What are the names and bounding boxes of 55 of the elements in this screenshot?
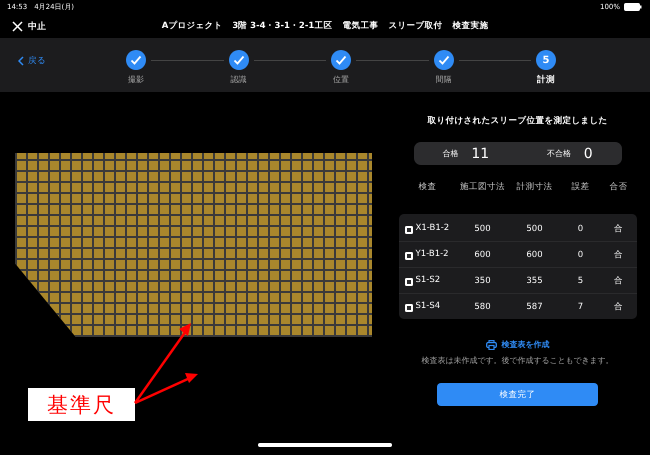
square-icon (404, 304, 412, 312)
table-cell-text: 580 (473, 302, 492, 312)
table-cell-text: 合 (613, 222, 624, 234)
step-label: 認識 (230, 74, 246, 85)
table-cell-text: 600 (525, 250, 544, 260)
column-header: 検査 (418, 181, 436, 193)
fail-label: 不合格 (546, 148, 571, 159)
header-title: スリーブ取付 (388, 20, 442, 32)
table-cell-text: 5 (576, 276, 584, 286)
table-cell-text: 合 (613, 274, 624, 286)
column-header: 施工図寸法 (460, 181, 505, 193)
header-title: Aプロジェクト (162, 20, 222, 32)
table-cell-text: 合 (613, 300, 624, 312)
create-sheet-link[interactable]: 検査表を作成 (486, 339, 550, 350)
column-header: 合否 (610, 181, 628, 193)
header-title: 検査実施 (452, 20, 488, 32)
header-title: 3階 3-4・3-1・2-1工区 (232, 20, 332, 32)
step-number: 5 (536, 50, 556, 70)
back-link[interactable]: 戻る (18, 55, 46, 67)
table-cell-text: X1-B1-2 (416, 224, 450, 234)
table-cell-text: 355 (525, 276, 544, 286)
step-label: 間隔 (436, 74, 452, 85)
square-icon (404, 226, 412, 234)
table-cell-text: 350 (473, 276, 492, 286)
chevron-left-icon (18, 56, 24, 66)
cancel-button[interactable]: 中止 (12, 20, 46, 32)
step-label: 計測 (537, 74, 555, 86)
complete-button[interactable]: 検査完了 (437, 383, 598, 406)
table-cell-text: 0 (576, 224, 584, 234)
close-icon (12, 20, 23, 32)
column-header: 計測寸法 (516, 181, 552, 193)
pass-count: 11 (471, 146, 490, 162)
battery-icon (624, 3, 642, 11)
table-cell-text: 0 (576, 250, 584, 260)
step-label: 撮影 (128, 74, 144, 85)
square-icon (404, 278, 412, 286)
table-cell-text: 合 (613, 248, 624, 260)
printer-icon (486, 340, 496, 350)
pass-label: 合格 (442, 148, 458, 159)
table-cell-text: S1-S2 (416, 276, 442, 286)
note-text: 検査表は未作成です。後で作成することもできます。 (422, 355, 614, 366)
table-cell-text: 587 (525, 302, 544, 312)
table-cell-text: 500 (473, 224, 492, 234)
column-header: 誤差 (572, 181, 590, 193)
fail-count: 0 (584, 146, 593, 162)
square-icon (404, 252, 412, 260)
callout-label: 基準尺 (28, 388, 135, 421)
step-label: 位置 (333, 74, 349, 85)
table-cell-text: 500 (525, 224, 544, 234)
table-cell-text: 7 (576, 302, 584, 312)
table-cell-text: Y1-B1-2 (416, 250, 450, 260)
table-cell-text: S1-S4 (416, 302, 442, 312)
result-message: 取り付けされたスリーブ位置を測定しました (428, 115, 608, 127)
table-cell-text: 600 (473, 250, 492, 260)
header-title: 電気工事 (342, 20, 378, 32)
